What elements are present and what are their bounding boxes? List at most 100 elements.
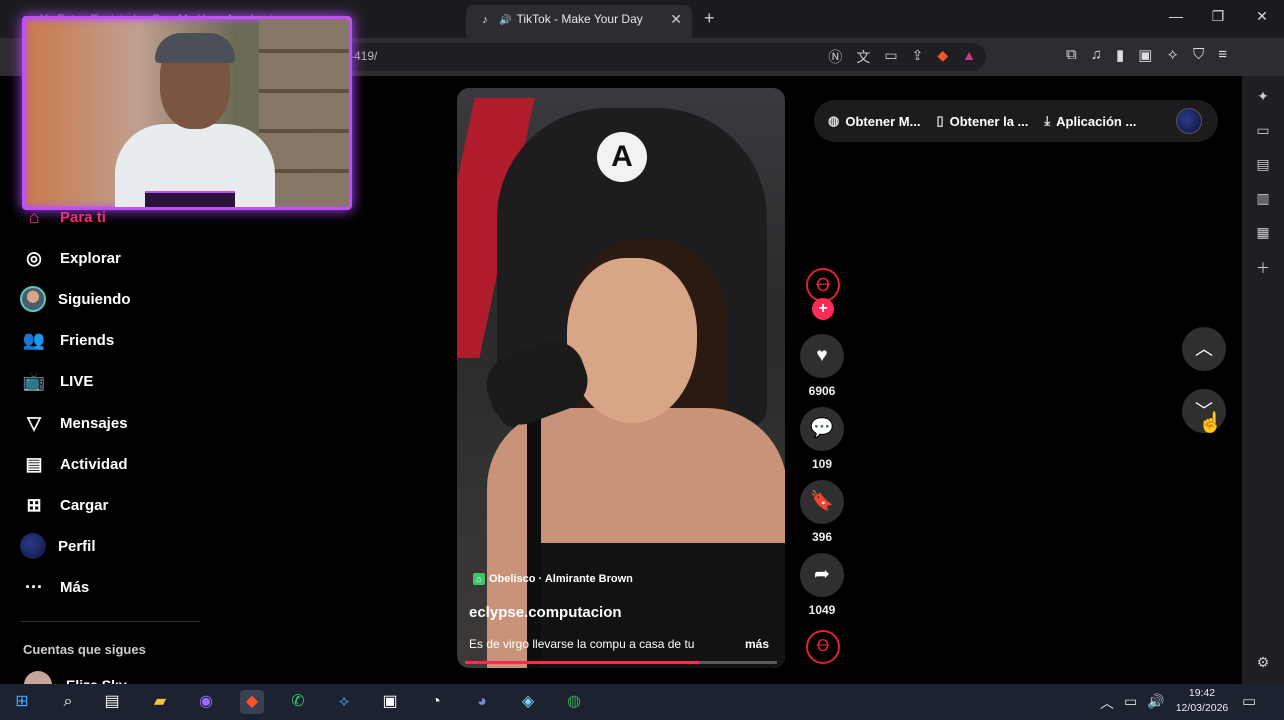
avatar	[20, 286, 46, 312]
sidebar-item-label: Perfil	[58, 537, 96, 555]
wallet-icon[interactable]: ▣	[1138, 46, 1152, 64]
sidebar-item-label: Más	[60, 578, 90, 596]
sidebar-item-mas[interactable]: ··· Más	[20, 575, 89, 599]
leo-ai-icon[interactable]: ✧	[1166, 46, 1179, 64]
chair-logo: A	[597, 132, 647, 182]
video-player[interactable]: A ⌂ Obelisco · Almirante Brown eclypse.c…	[457, 88, 785, 668]
volume-icon[interactable]: 🔊	[1147, 693, 1164, 713]
tiktok-icon: ♪	[482, 14, 488, 26]
app-icon[interactable]: ◉	[194, 690, 218, 714]
share-arrow-icon: ➦	[814, 564, 830, 585]
cast-icon[interactable]: ▭	[884, 47, 897, 67]
sidebar-item-mensajes[interactable]: ▽ Mensajes	[20, 411, 128, 435]
video-username[interactable]: eclypse.computacion	[469, 604, 622, 621]
sidebar-item-actividad[interactable]: ▤ Actividad	[20, 452, 127, 476]
no-translate-icon[interactable]: Ⓝ	[828, 47, 842, 67]
bookmarks-icon[interactable]: ▥	[1254, 190, 1272, 207]
brave-rewards-icon[interactable]: ▲	[962, 47, 976, 67]
taskbar-clock[interactable]: 19:42 12/03/2026	[1170, 686, 1234, 716]
settings-icon[interactable]: ⚙	[1254, 654, 1272, 671]
download-app-button[interactable]: ⤓ Aplicación ...	[1044, 113, 1136, 129]
get-coins-button[interactable]: ◍ Obtener M...	[828, 113, 920, 129]
sidebar-item-label: Friends	[60, 331, 115, 349]
top-actions-bar: ◍ Obtener M... ▯ Obtener la ... ⤓ Aplica…	[814, 100, 1218, 142]
heart-icon: ♥	[816, 345, 828, 366]
sound-disc[interactable]: Ꝋ	[806, 630, 840, 664]
tab-close-button[interactable]: ✕	[670, 5, 682, 33]
share-button[interactable]: ➦	[800, 553, 844, 597]
add-icon[interactable]: ＋	[1254, 258, 1272, 278]
tab-title: TikTok - Make Your Day	[516, 12, 643, 26]
get-app-button[interactable]: ▯ Obtener la ...	[936, 113, 1028, 129]
save-count: 396	[811, 530, 833, 544]
media-icon[interactable]: ▭	[1254, 122, 1272, 139]
search-icon[interactable]: ⌕	[56, 690, 80, 714]
screen: Ya Estoy Enviciado . D ... My Hero Acade…	[0, 0, 1284, 720]
avatar	[20, 533, 46, 559]
following-heading: Cuentas que sigues	[23, 642, 146, 657]
vpn-icon[interactable]: ⛉	[1193, 46, 1204, 64]
sidebar-item-label: Explorar	[60, 249, 121, 267]
system-tray: ︿ ▭ 🔊	[1100, 693, 1165, 713]
app-icon[interactable]: ⟡	[332, 690, 356, 714]
share-count: 1049	[808, 603, 836, 617]
wallet-icon[interactable]: ▤	[1254, 156, 1272, 173]
compass-icon: ◎	[26, 247, 42, 268]
tab-search-icon[interactable]: ⧉	[1066, 46, 1077, 64]
whatsapp-icon[interactable]: ✆	[286, 690, 310, 714]
task-view-icon[interactable]: ▤	[100, 690, 124, 714]
hand-cursor-icon: ☝	[1198, 412, 1223, 434]
translate-icon[interactable]: 文	[856, 47, 870, 67]
caption-more-link[interactable]: más	[745, 637, 769, 651]
close-window-button[interactable]: ✕	[1252, 8, 1272, 25]
reading-list-icon[interactable]: ▦	[1254, 224, 1272, 241]
discord-icon[interactable]: ◕	[470, 690, 494, 714]
url-field[interactable]: ...-419/ Ⓝ 文 ▭ ⇪ ◆ ▲	[330, 43, 986, 71]
sidebar-item-siguiendo[interactable]: Siguiendo	[20, 286, 131, 312]
profile-avatar[interactable]	[1176, 108, 1202, 134]
new-tab-button[interactable]: +	[704, 8, 715, 29]
network-icon[interactable]: ▭	[1124, 693, 1137, 713]
sidebar-item-label: Mensajes	[60, 414, 128, 432]
windows-start-icon[interactable]: ⊞	[10, 690, 34, 714]
file-explorer-icon[interactable]: ▰	[148, 690, 172, 714]
video-progress-fill	[465, 661, 699, 664]
tab-tiktok[interactable]: ♪ 🔊 TikTok - Make Your Day ✕	[466, 5, 692, 38]
sidebar-toggle-icon[interactable]: ▮	[1116, 46, 1124, 64]
brave-shield-icon[interactable]: ◆	[937, 47, 948, 67]
sidebar-item-label: Cargar	[60, 496, 109, 514]
speaker-icon[interactable]: 🔊	[499, 7, 513, 35]
follow-button[interactable]: +	[812, 298, 834, 320]
chevron-up-icon[interactable]: ︿	[1100, 693, 1114, 713]
video-progress-bar[interactable]	[465, 661, 777, 664]
notifications-icon[interactable]: ▭	[1242, 692, 1256, 710]
location-tag[interactable]: ⌂ Obelisco · Almirante Brown	[473, 573, 633, 585]
save-button[interactable]: 🔖	[800, 480, 844, 524]
comment-icon: 💬	[810, 418, 834, 439]
leo-icon[interactable]: ✦	[1254, 88, 1272, 105]
sidebar-item-label: Para ti	[60, 208, 106, 226]
creator-avatar[interactable]: Ꝋ	[806, 268, 840, 302]
sidebar-item-perfil[interactable]: Perfil	[20, 533, 96, 559]
chrome-icon[interactable]: ◍	[562, 690, 586, 714]
sidebar-item-friends[interactable]: 👥 Friends	[20, 328, 114, 352]
maximize-button[interactable]: ❐	[1208, 8, 1228, 25]
comment-button[interactable]: 💬	[800, 407, 844, 451]
like-button[interactable]: ♥	[800, 334, 844, 378]
webcam-overlay	[22, 16, 352, 210]
browser-side-panel: ✦ ▭ ▤ ▥ ▦ ＋ ⚙	[1242, 76, 1284, 684]
menu-icon[interactable]: ≡	[1218, 46, 1227, 64]
obs-icon[interactable]: ▣	[378, 690, 402, 714]
minimize-button[interactable]: —	[1166, 8, 1186, 24]
sidebar-item-cargar[interactable]: ⊞ Cargar	[20, 493, 108, 517]
music-icon[interactable]: ♫	[1091, 46, 1102, 64]
brave-browser-icon[interactable]: ◆	[240, 690, 264, 714]
app-icon[interactable]: ◈	[516, 690, 540, 714]
share-icon[interactable]: ⇪	[912, 47, 924, 67]
sidebar-item-live[interactable]: 📺 LIVE	[20, 369, 94, 393]
speedometer-icon[interactable]: ◔	[424, 690, 448, 714]
sidebar-item-explorar[interactable]: ◎ Explorar	[20, 246, 121, 270]
previous-video-button[interactable]: ︿	[1182, 327, 1226, 371]
webcam-frame-ornament	[145, 191, 235, 207]
coin-icon: ◍	[828, 113, 840, 128]
